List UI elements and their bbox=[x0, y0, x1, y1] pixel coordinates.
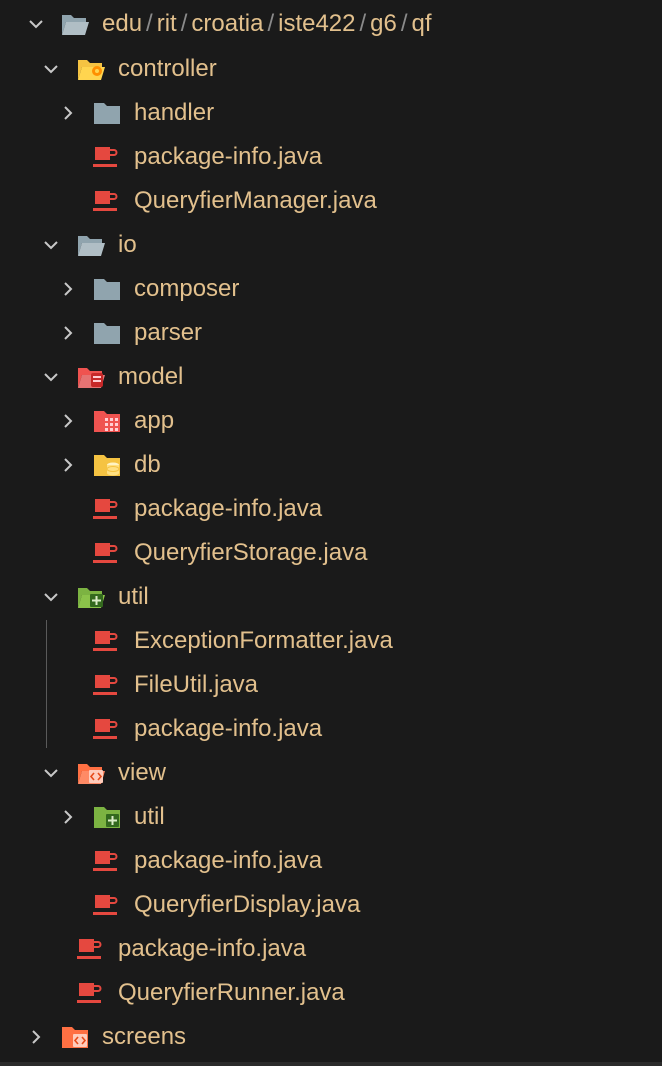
tree-folder-controller[interactable]: controller bbox=[0, 47, 662, 91]
tree-item-label: package-info.java bbox=[134, 715, 323, 742]
java-file-icon bbox=[92, 672, 122, 698]
tree-file-package-info[interactable]: package-info.java bbox=[0, 135, 662, 179]
tree-file-queryfierstorage[interactable]: QueryfierStorage.java bbox=[0, 531, 662, 575]
root-path-segment: g6 bbox=[370, 10, 397, 37]
tree-file-package-info[interactable]: package-info.java bbox=[0, 927, 662, 971]
tree-item-label: model bbox=[118, 363, 184, 390]
java-file-icon bbox=[92, 716, 122, 742]
folder-open-icon bbox=[60, 11, 90, 37]
chevron-down-icon[interactable] bbox=[42, 60, 60, 78]
tree-file-package-info[interactable]: package-info.java bbox=[0, 839, 662, 883]
root-path-segment: iste422 bbox=[278, 10, 356, 37]
tree-item-label: io bbox=[118, 231, 137, 258]
folder-icon bbox=[92, 100, 122, 126]
folder-icon bbox=[92, 276, 122, 302]
tree-row-root[interactable]: edu / rit / croatia / iste422/g6/qf bbox=[0, 2, 662, 46]
java-file-icon bbox=[92, 188, 122, 214]
tree-file-fileutil[interactable]: FileUtil.java bbox=[0, 663, 662, 707]
folder-database-icon bbox=[92, 452, 122, 478]
tree-file-queryfierrunner[interactable]: QueryfierRunner.java bbox=[0, 971, 662, 1015]
path-separator: / bbox=[400, 10, 408, 37]
tree-file-queryfiermanager[interactable]: QueryfierManager.java bbox=[0, 179, 662, 223]
tree-item-label: ExceptionFormatter.java bbox=[134, 627, 393, 654]
tree-folder-model[interactable]: model bbox=[0, 355, 662, 399]
folder-view-icon bbox=[76, 760, 106, 786]
tree-item-label: util bbox=[118, 583, 149, 610]
folder-util-icon bbox=[92, 804, 122, 830]
chevron-right-icon[interactable] bbox=[59, 456, 77, 474]
tree-folder-view[interactable]: view bbox=[0, 751, 662, 795]
chevron-down-icon[interactable] bbox=[42, 764, 60, 782]
tree-file-package-info[interactable]: package-info.java bbox=[0, 487, 662, 531]
tree-item-label: package-info.java bbox=[134, 847, 323, 874]
tree-folder-app[interactable]: app bbox=[0, 399, 662, 443]
tree-folder-parser[interactable]: parser bbox=[0, 311, 662, 355]
file-explorer-tree: edu / rit / croatia / iste422/g6/qf controller… bbox=[0, 0, 662, 1066]
tree-item-label: app bbox=[134, 407, 175, 434]
chevron-right-icon[interactable] bbox=[59, 412, 77, 430]
root-path-segment: qf bbox=[411, 10, 432, 37]
java-file-icon bbox=[76, 936, 106, 962]
tree-folder-util[interactable]: util bbox=[0, 795, 662, 839]
tree-folder-io[interactable]: io bbox=[0, 223, 662, 267]
tree-folder-handler[interactable]: handler bbox=[0, 91, 662, 135]
tree-item-label: package-info.java bbox=[134, 143, 323, 170]
chevron-right-icon[interactable] bbox=[59, 324, 77, 342]
folder-icon bbox=[92, 320, 122, 346]
tree-folder-screens[interactable]: screens bbox=[0, 1015, 662, 1059]
chevron-right-icon[interactable] bbox=[59, 280, 77, 298]
path-separator: / bbox=[146, 10, 153, 37]
chevron-down-icon[interactable] bbox=[42, 236, 60, 254]
tree-item-label: QueryfierRunner.java bbox=[118, 979, 345, 1006]
tree-folder-util[interactable]: util bbox=[0, 575, 662, 619]
tree-item-label: composer bbox=[134, 275, 240, 302]
chevron-down-icon[interactable] bbox=[42, 588, 60, 606]
tree-item-label: view bbox=[118, 759, 167, 786]
tree-item-label: QueryfierDisplay.java bbox=[134, 891, 361, 918]
chevron-right-icon[interactable] bbox=[59, 808, 77, 826]
folder-view-icon bbox=[60, 1024, 90, 1050]
folder-app-icon bbox=[92, 408, 122, 434]
tree-file-package-info[interactable]: package-info.java bbox=[0, 707, 662, 751]
java-file-icon bbox=[92, 144, 122, 170]
java-file-icon bbox=[92, 628, 122, 654]
tree-file-queryfierdisplay[interactable]: QueryfierDisplay.java bbox=[0, 883, 662, 927]
tree-item-label: db bbox=[134, 451, 161, 478]
java-file-icon bbox=[76, 980, 106, 1006]
tree-item-label: util bbox=[134, 803, 165, 830]
tree-item-label: handler bbox=[134, 99, 215, 126]
panel-bottom-border bbox=[0, 1062, 662, 1066]
path-separator: / bbox=[267, 10, 275, 37]
tree-item-label: package-info.java bbox=[134, 495, 323, 522]
tree-item-label: parser bbox=[134, 319, 203, 346]
java-file-icon bbox=[92, 540, 122, 566]
chevron-down-icon[interactable] bbox=[27, 15, 45, 33]
tree-file-exceptionformatter[interactable]: ExceptionFormatter.java bbox=[0, 619, 662, 663]
tree-item-label: controller bbox=[118, 55, 217, 82]
tree-item-label: QueryfierManager.java bbox=[134, 187, 377, 214]
tree-item-label: QueryfierStorage.java bbox=[134, 539, 368, 566]
java-file-icon bbox=[92, 892, 122, 918]
tree-folder-db[interactable]: db bbox=[0, 443, 662, 487]
java-file-icon bbox=[92, 848, 122, 874]
path-separator: / bbox=[180, 10, 188, 37]
folder-util-icon bbox=[76, 584, 106, 610]
java-file-icon bbox=[92, 496, 122, 522]
root-path-segment: edu bbox=[102, 10, 143, 37]
chevron-right-icon[interactable] bbox=[59, 104, 77, 122]
root-path: edu / rit / croatia / iste422/g6/qf bbox=[102, 2, 432, 46]
folder-open-icon bbox=[76, 232, 106, 258]
chevron-right-icon[interactable] bbox=[27, 1028, 45, 1046]
tree-item-label: screens bbox=[102, 1023, 187, 1050]
path-separator: / bbox=[359, 10, 367, 37]
folder-controller-icon bbox=[76, 56, 106, 82]
chevron-down-icon[interactable] bbox=[42, 368, 60, 386]
root-path-segment: croatia bbox=[191, 10, 264, 37]
tree-item-label: FileUtil.java bbox=[134, 671, 259, 698]
root-path-segment: rit bbox=[156, 10, 177, 37]
tree-folder-composer[interactable]: composer bbox=[0, 267, 662, 311]
folder-model-icon bbox=[76, 364, 106, 390]
tree-item-label: package-info.java bbox=[118, 935, 307, 962]
